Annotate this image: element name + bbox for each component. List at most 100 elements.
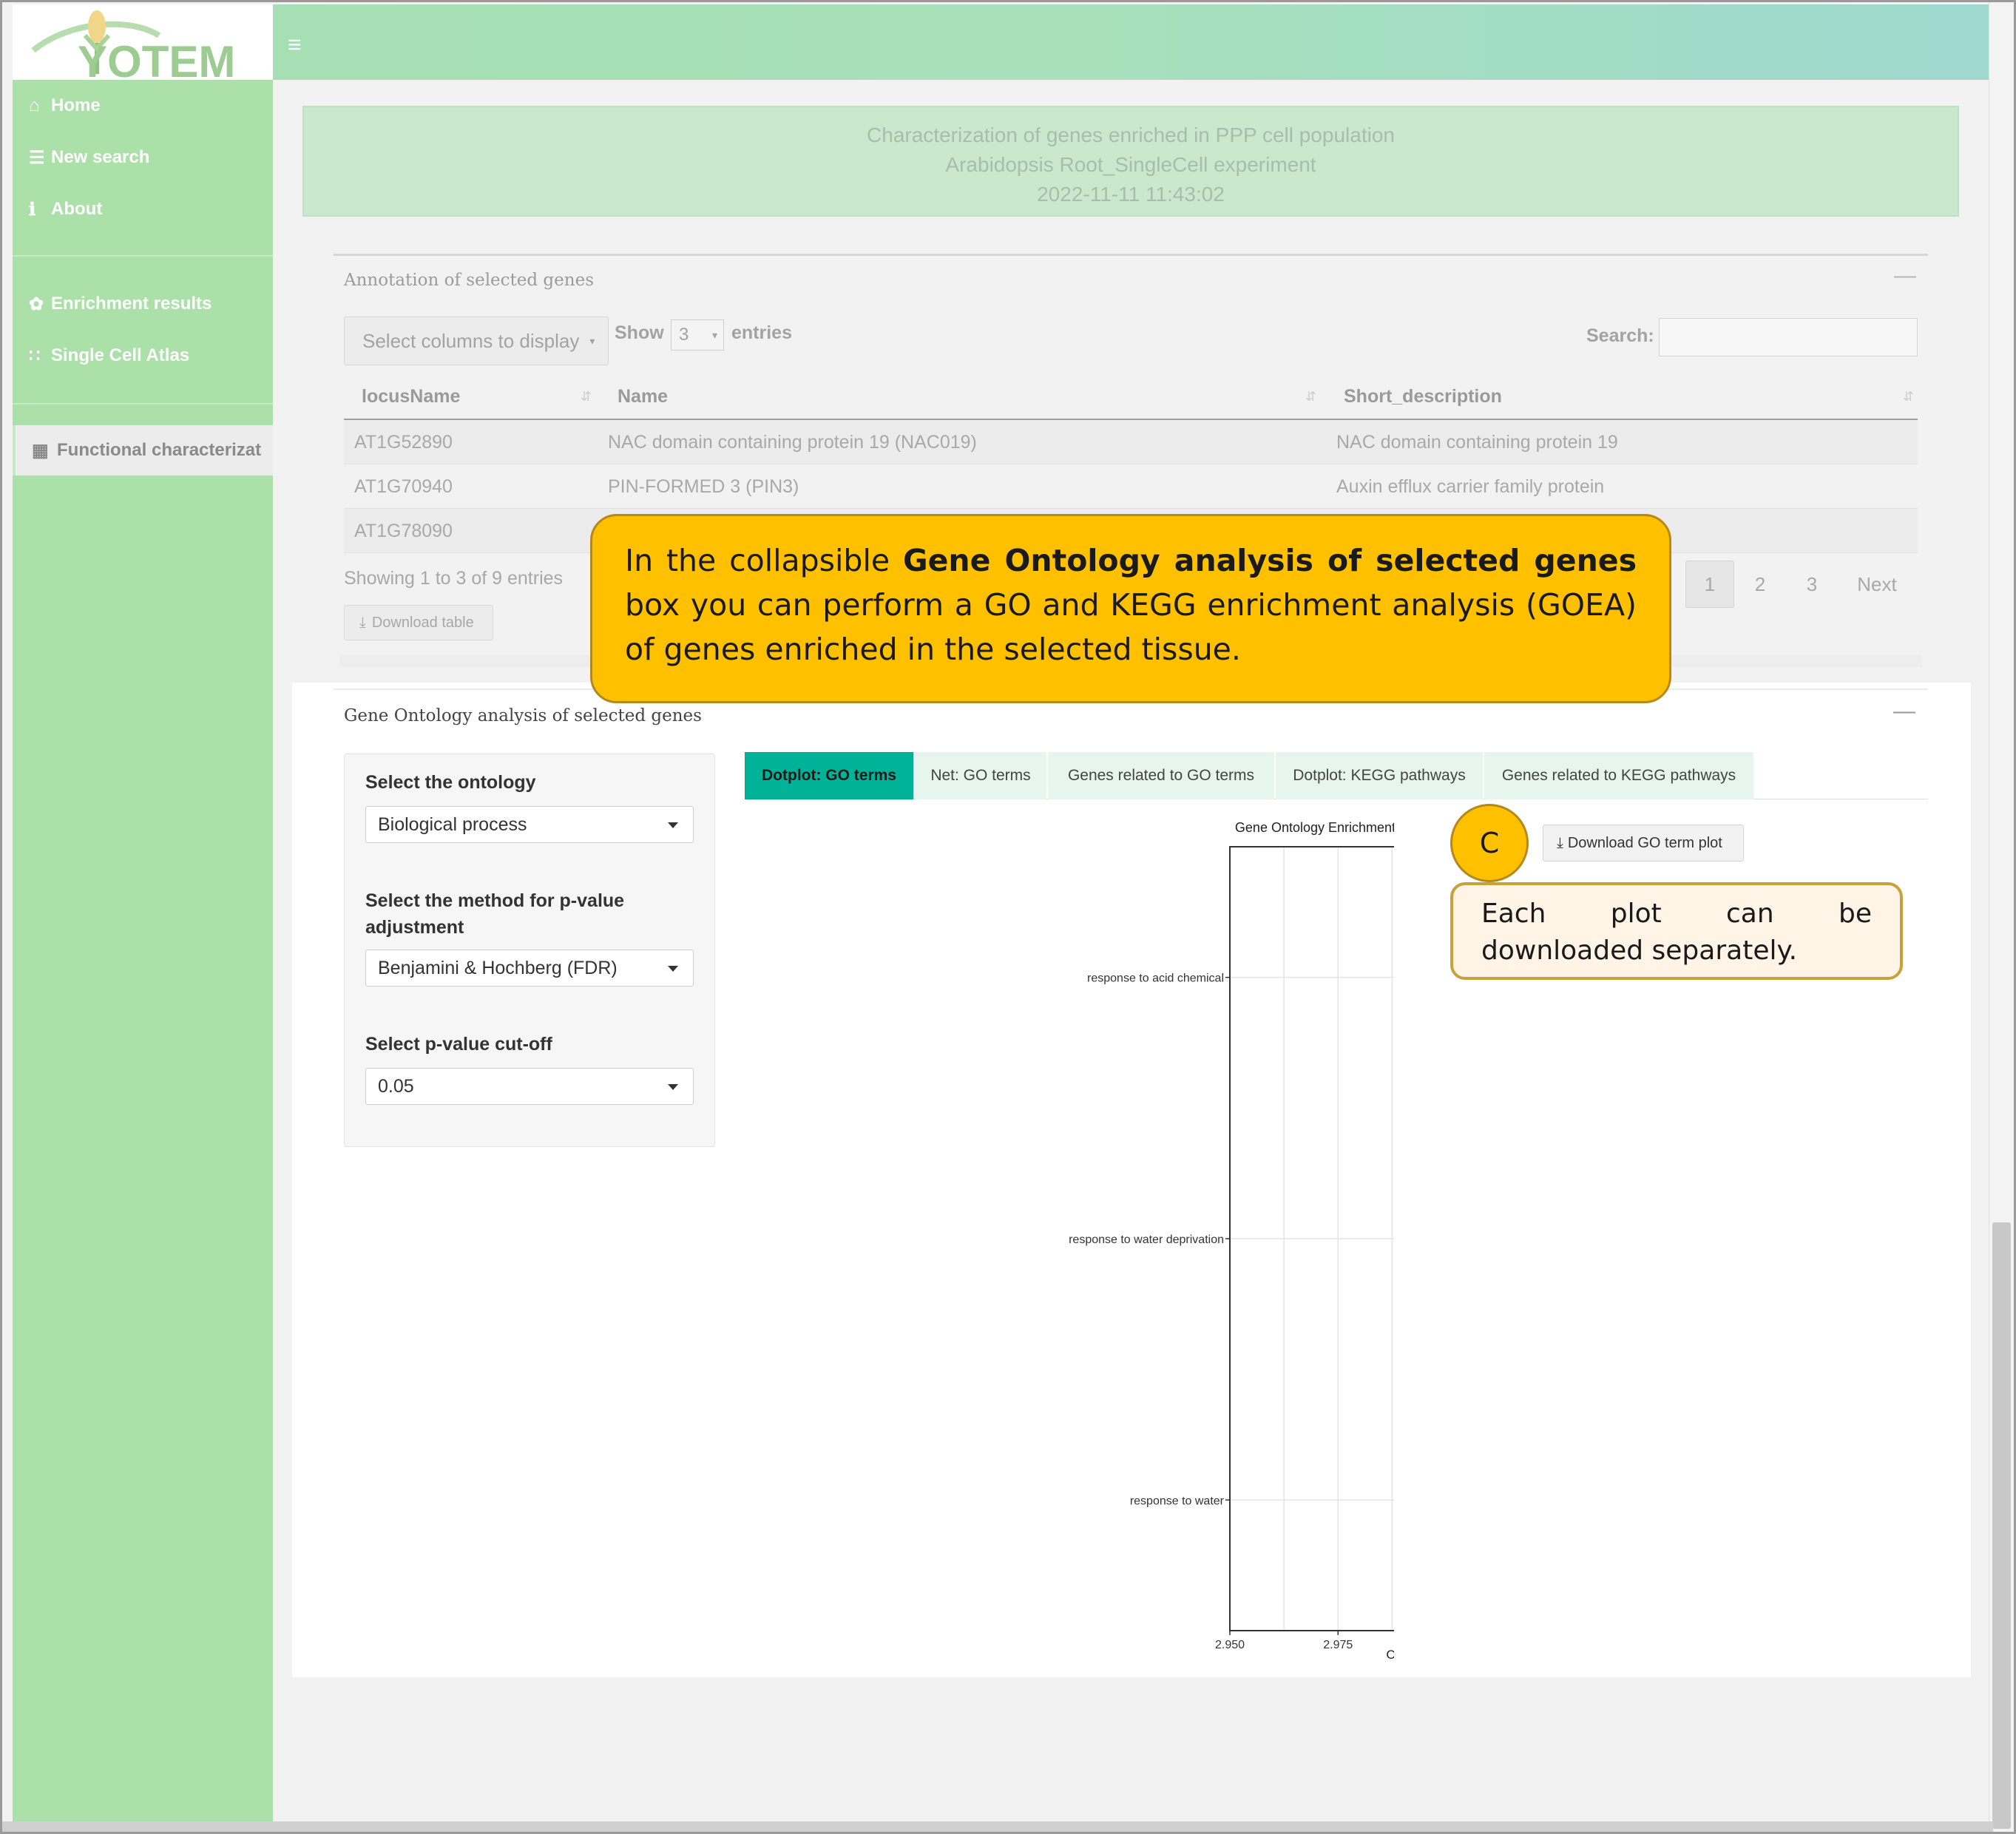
callout-text-end: box you can perform a GO and KEGG enrich… <box>625 587 1637 667</box>
download-table-button[interactable]: ⤓ Download table <box>344 605 493 640</box>
tab-net-go-terms[interactable]: Net: GO terms <box>915 752 1046 799</box>
download-go-plot-button[interactable]: ⤓ Download GO term plot <box>1543 825 1744 862</box>
tab-dotplot-kegg[interactable]: Dotplot: KEGG pathways <box>1276 752 1483 799</box>
download-icon: ⤓ <box>1557 834 1563 851</box>
table-icon: ▦ <box>32 440 49 461</box>
page-length-select[interactable]: 3 ▾ <box>671 319 724 351</box>
caret-down-icon <box>668 966 678 972</box>
banner-experiment: Arabidopsis Root_SingleCell experiment <box>945 153 1316 176</box>
y-axis-labels: response to acid chemical response to wat… <box>1069 972 1230 1507</box>
annotation-box-title: Annotation of selected genes <box>344 271 594 290</box>
collapse-button[interactable]: — <box>1894 265 1916 287</box>
tab-dotplot-go-terms[interactable]: Dotplot: GO terms <box>745 752 913 799</box>
ontology-select[interactable]: Biological process <box>365 806 694 843</box>
grid-icon: ∷ <box>29 345 41 366</box>
ontology-label: Select the ontology <box>365 772 536 793</box>
sidebar-divider <box>13 255 273 257</box>
home-icon: ⌂ <box>29 95 40 115</box>
tab-genes-go-terms[interactable]: Genes related to GO terms <box>1048 752 1274 799</box>
download-table-label: Download table <box>371 614 474 631</box>
column-header-name[interactable]: Name <box>618 386 668 407</box>
sidebar-item-label: Home <box>51 95 101 115</box>
cell-name: NAC domain containing protein 19 (NAC019… <box>608 432 977 453</box>
seedling-icon: ✿ <box>29 294 44 314</box>
scrollbar-thumb[interactable] <box>1992 1222 2011 1829</box>
callout-text-start: In the collapsible <box>625 543 903 578</box>
sort-icon[interactable]: ⇵ <box>1903 389 1914 405</box>
search-label: Search: <box>1586 325 1654 346</box>
cell-short-description: NAC domain containing protein 19 <box>1336 432 1618 453</box>
screenshot-frame: YOTEM ≡ ⌂ Home ☰ New search ℹ About ✿ En… <box>0 0 2016 1834</box>
sidebar-item-about[interactable]: ℹ About <box>29 194 102 224</box>
grid-lines <box>1229 847 1576 1631</box>
y-tick-label: response to water deprivation <box>1069 1234 1224 1246</box>
sidebar-item-label: Enrichment results <box>51 294 212 314</box>
column-header-short-description[interactable]: Short_description <box>1344 386 1502 407</box>
corn-logo-icon: YOTEM <box>31 10 235 80</box>
sidebar-item-new-search[interactable]: ☰ New search <box>29 143 149 172</box>
database-icon: ☰ <box>29 147 45 168</box>
download-icon: ⤓ <box>359 614 366 631</box>
x-axis-ticks: 2.9502.9753.0003.025 <box>1215 1631 1569 1651</box>
vertical-scrollbar[interactable] <box>1989 2 2014 1832</box>
cell-locusname: AT1G70940 <box>354 476 453 497</box>
column-header-locusname[interactable]: locusName <box>362 386 460 407</box>
page-banner: Characterization of genes enriched in PP… <box>302 106 1959 217</box>
page-button-1[interactable]: 1 <box>1685 561 1734 608</box>
method-select[interactable]: Benjamini & Hochberg (FDR) <box>365 950 694 987</box>
sidebar-item-functional-characterization[interactable]: ▦ Functional characterizat <box>13 425 273 476</box>
banner-title: Characterization of genes enriched in PP… <box>867 123 1395 146</box>
select-columns-label: Select columns to display <box>362 329 580 352</box>
table-row[interactable]: AT1G70940 PIN-FORMED 3 (PIN3) Auxin effl… <box>344 464 1918 509</box>
go-dotplot: Gene Ontology Enrichment Analysis: GO te… <box>751 816 1673 1681</box>
cell-locusname: AT1G52890 <box>354 432 453 453</box>
x-axis-label: Count <box>1386 1648 1394 1662</box>
chart-title: Gene Ontology Enrichment Analysis: GO te… <box>1235 820 1394 835</box>
top-navbar: YOTEM ≡ <box>13 4 1993 80</box>
table-header: locusName ⇵ Name ⇵ Short_description ⇵ <box>344 376 1918 420</box>
x-tick-label: 2.975 <box>1323 1639 1353 1651</box>
go-box-title: Gene Ontology analysis of selected genes <box>344 706 702 725</box>
download-go-plot-label: Download GO term plot <box>1567 834 1722 851</box>
sidebar-item-enrichment-results[interactable]: ✿ Enrichment results <box>29 289 212 319</box>
table-info: Showing 1 to 3 of 9 entries <box>344 568 564 589</box>
sidebar-divider <box>13 403 273 405</box>
app-logo[interactable]: YOTEM <box>13 4 273 80</box>
cutoff-label: Select p-value cut-off <box>365 1034 552 1055</box>
show-label: Show <box>615 322 664 343</box>
caret-down-icon: ▾ <box>589 334 595 347</box>
x-tick-label: 2.950 <box>1215 1639 1245 1651</box>
cutoff-select[interactable]: 0.05 <box>365 1068 694 1105</box>
table-row[interactable]: AT1G52890 NAC domain containing protein … <box>344 420 1918 464</box>
sidebar-item-home[interactable]: ⌂ Home <box>29 91 101 121</box>
tutorial-callout: In the collapsible Gene Ontology analysi… <box>590 514 1671 703</box>
cell-locusname: AT1G78090 <box>354 521 453 541</box>
caret-down-icon <box>668 822 678 828</box>
callout-bold-text: Gene Ontology analysis of selected genes <box>902 543 1637 578</box>
method-value: Benjamini & Hochberg (FDR) <box>378 957 618 978</box>
page-button-3[interactable]: 3 <box>1793 561 1830 608</box>
select-columns-button[interactable]: Select columns to display ▾ <box>344 317 609 365</box>
collapse-button[interactable]: — <box>1893 700 1915 723</box>
next-page-button[interactable]: Next <box>1844 561 1910 608</box>
go-dotplot-svg: Gene Ontology Enrichment Analysis: GO te… <box>1069 820 1673 1662</box>
caret-down-icon: ▾ <box>711 329 717 341</box>
y-tick-label: response to water <box>1130 1495 1225 1507</box>
page-length-value: 3 <box>679 325 689 345</box>
sidebar-item-single-cell-atlas[interactable]: ∷ Single Cell Atlas <box>29 341 189 370</box>
hamburger-icon[interactable]: ≡ <box>288 33 302 56</box>
sidebar: ⌂ Home ☰ New search ℹ About ✿ Enrichment… <box>13 80 273 1825</box>
sort-icon[interactable]: ⇵ <box>1305 389 1316 405</box>
sidebar-item-label: About <box>51 199 103 219</box>
table-search-input[interactable] <box>1659 318 1918 356</box>
tab-genes-kegg[interactable]: Genes related to KEGG pathways <box>1484 752 1753 799</box>
sidebar-item-label: Functional characterizat <box>57 440 262 460</box>
go-settings-panel: Select the ontology Biological process S… <box>344 754 715 1147</box>
go-analysis-box: Gene Ontology analysis of selected genes… <box>292 683 1971 1677</box>
ontology-value: Biological process <box>378 813 527 835</box>
svg-text:YOTEM: YOTEM <box>78 37 235 80</box>
go-tabs: Dotplot: GO terms Net: GO terms Genes re… <box>745 752 1928 799</box>
page-button-2[interactable]: 2 <box>1742 561 1779 608</box>
sort-icon[interactable]: ⇵ <box>581 389 592 405</box>
banner-timestamp: 2022-11-11 11:43:02 <box>1037 183 1225 206</box>
